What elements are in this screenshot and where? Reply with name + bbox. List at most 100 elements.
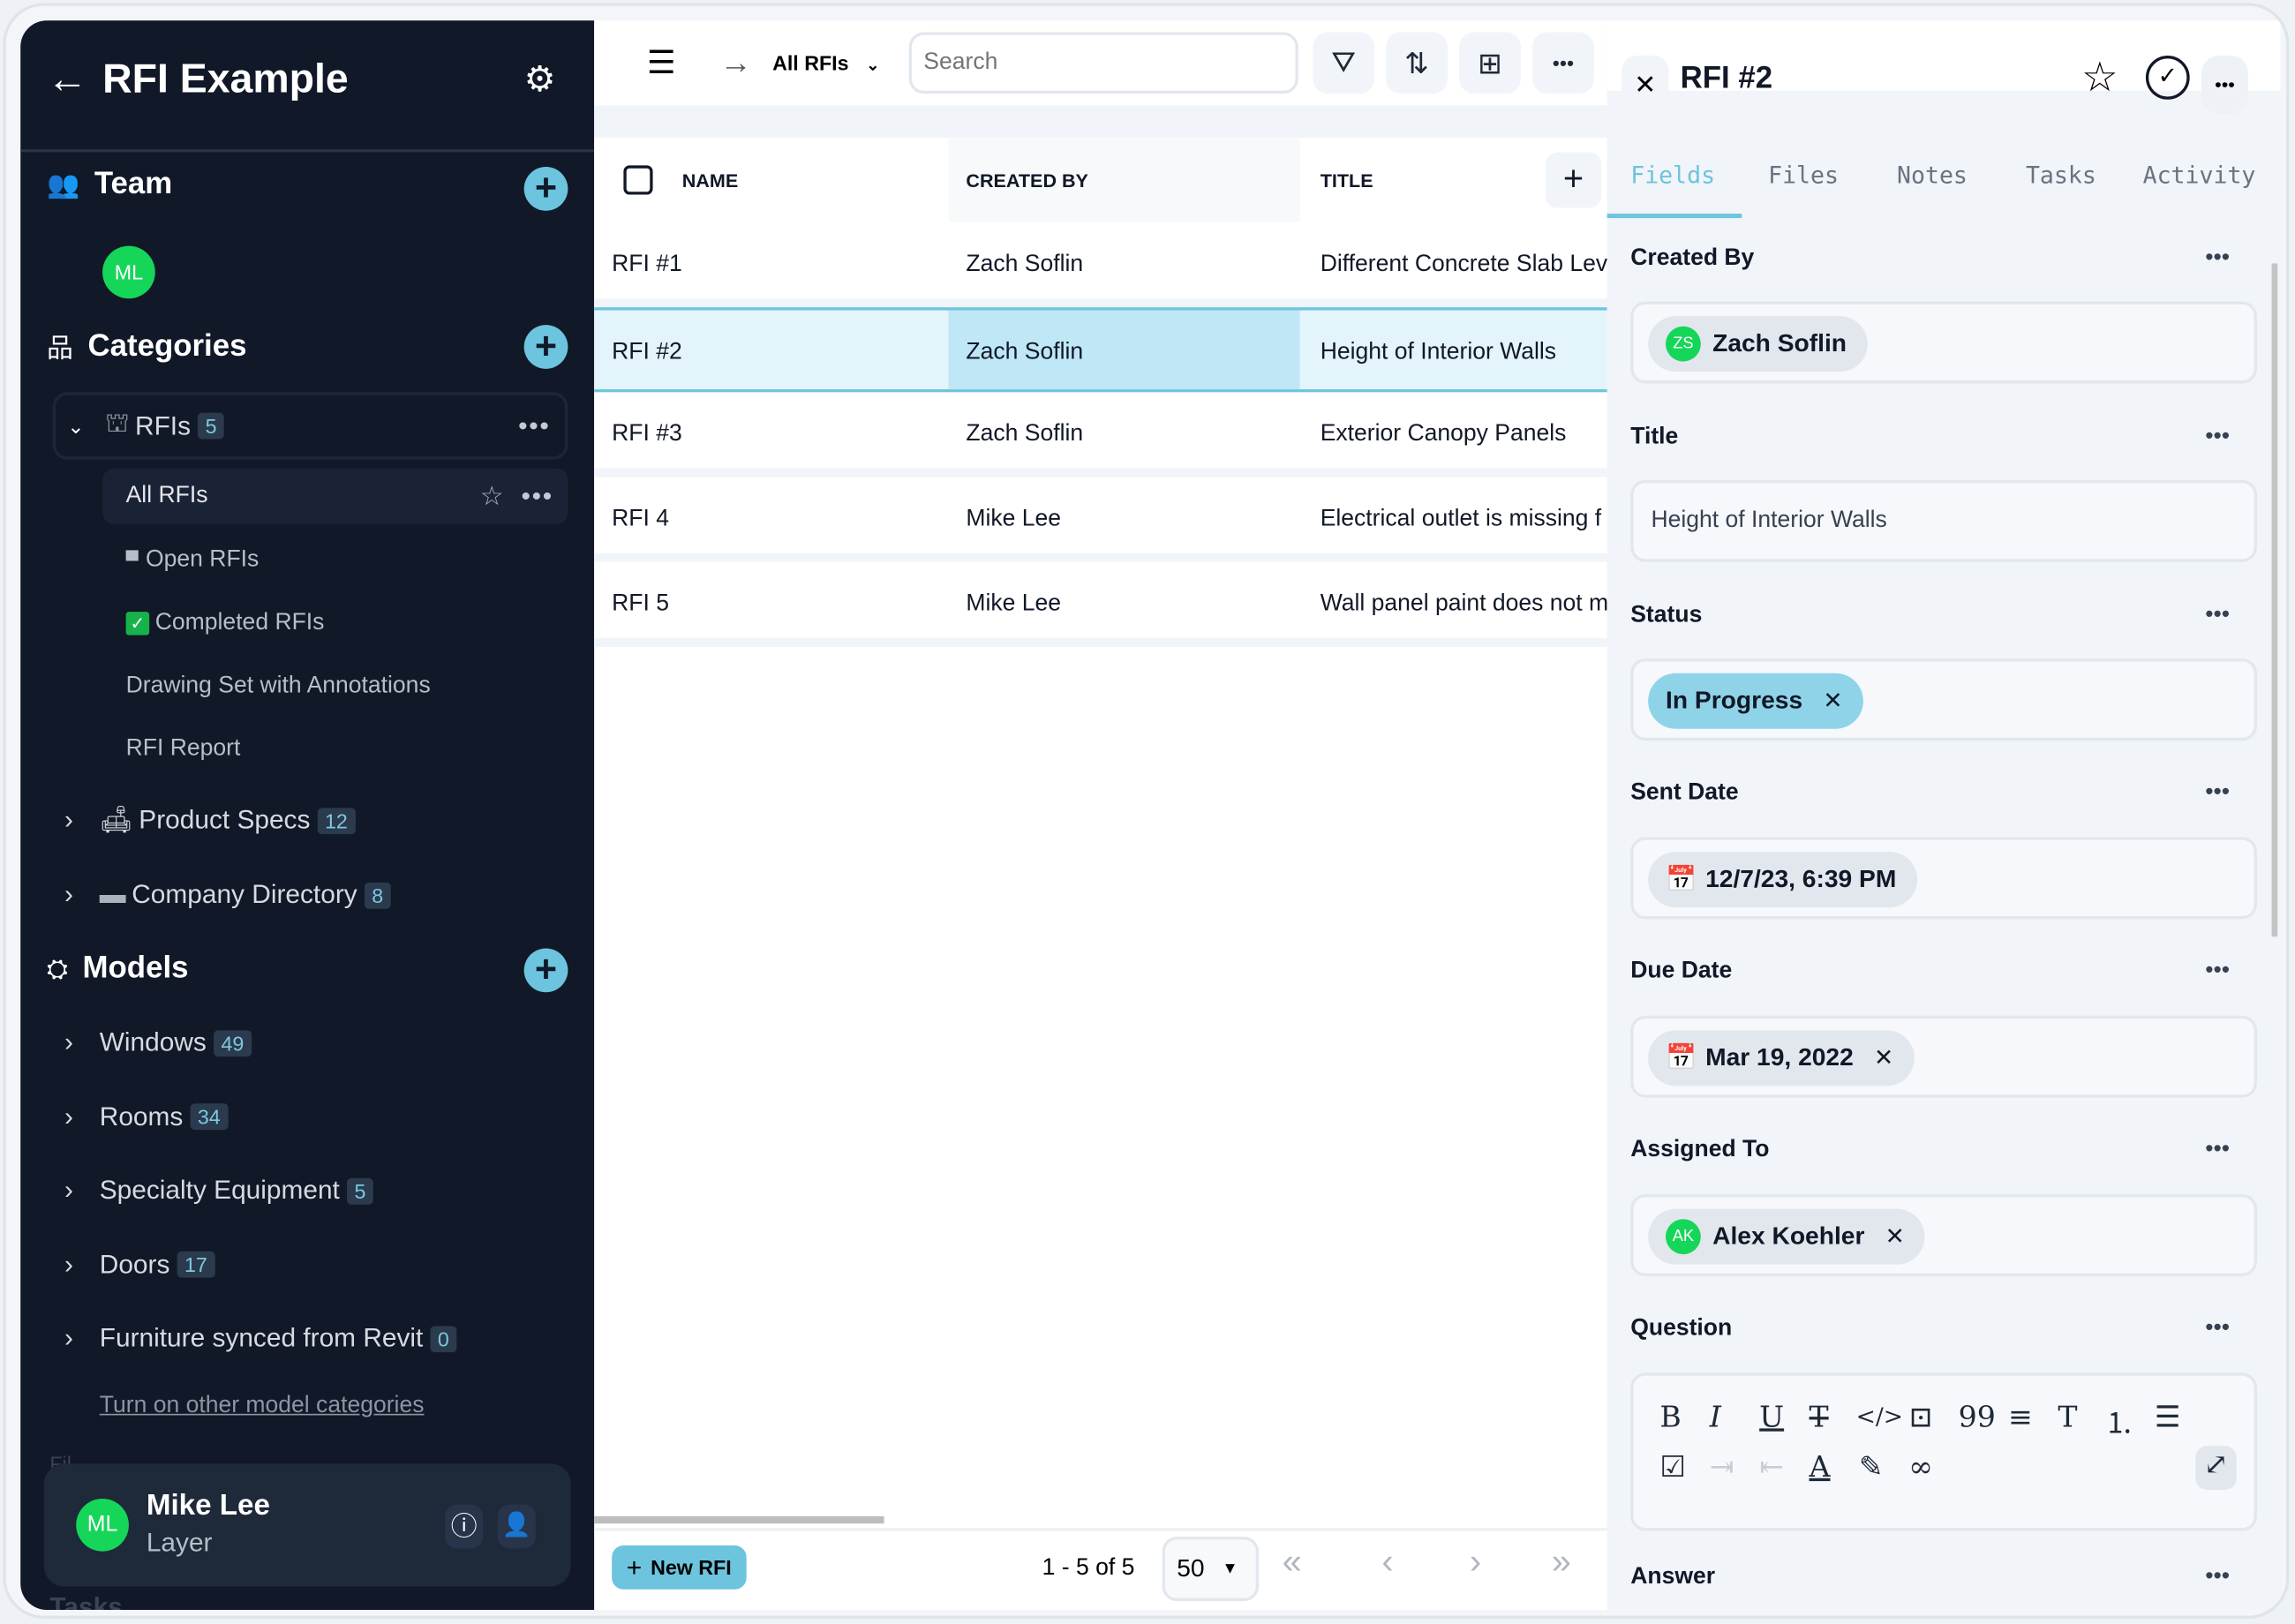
more-icon[interactable]: ••• <box>2193 950 2242 999</box>
checklist-icon[interactable]: ☑ <box>1659 1449 1686 1485</box>
table-row[interactable]: RFI #1 Zach Soflin Different Concrete Slab… <box>594 222 1607 308</box>
tab-notes[interactable]: Notes <box>1897 161 1968 189</box>
due-date-field[interactable]: 📅 Mar 19, 2022 ✕ <box>1630 1015 2257 1098</box>
model-category[interactable]: › Rooms 34 <box>64 1101 229 1132</box>
status-field[interactable]: In Progress ✕ <box>1630 658 2257 741</box>
strikethrough-icon[interactable]: T <box>1810 1399 1829 1434</box>
more-icon[interactable]: ••• <box>521 481 553 512</box>
add-team-button[interactable]: + <box>523 167 568 211</box>
group-icon[interactable]: ⊞ <box>1459 32 1521 94</box>
code-block-icon[interactable]: ⊡ <box>1908 1399 1933 1434</box>
code-icon[interactable]: </> <box>1856 1402 1903 1431</box>
ordered-list-icon[interactable]: ⒈ <box>2104 1399 2133 1441</box>
prev-page-icon[interactable]: ‹ <box>1381 1543 1393 1583</box>
more-icon[interactable]: ••• <box>2193 1128 2242 1177</box>
more-icon[interactable]: ••• <box>2193 1307 2242 1357</box>
outdent-icon[interactable]: ⇤ <box>1759 1449 1784 1485</box>
close-icon[interactable]: ✕ <box>1622 56 1669 115</box>
column-header-name[interactable]: NAME <box>594 137 946 223</box>
table-row[interactable]: RFI 5 Mike Lee Wall panel paint does not m <box>594 561 1607 647</box>
view-completed-rfis[interactable]: ✓ Completed RFIs <box>125 610 324 636</box>
filter-icon[interactable]: ⛛ <box>1313 32 1374 94</box>
model-category[interactable]: › Furniture synced from Revit 0 <box>64 1324 457 1355</box>
select-all-checkbox[interactable] <box>623 165 653 195</box>
tab-fields[interactable]: Fields <box>1630 161 1715 189</box>
remove-icon[interactable]: ✕ <box>1823 687 1842 716</box>
panel-scrollbar[interactable] <box>2271 263 2278 937</box>
bold-icon[interactable]: B <box>1659 1399 1681 1434</box>
link-icon[interactable]: ∞ <box>1908 1449 1933 1485</box>
tab-activity[interactable]: Activity <box>2143 161 2256 189</box>
star-icon[interactable]: ☆ <box>480 481 504 512</box>
help-icon[interactable]: ⓘ <box>445 1504 484 1549</box>
column-header-title[interactable]: TITLE + <box>1302 137 1607 223</box>
italic-icon[interactable]: I <box>1710 1399 1721 1434</box>
menu-icon[interactable]: ☰ <box>647 44 676 82</box>
back-arrow-icon[interactable]: ← <box>47 56 87 102</box>
add-column-button[interactable]: + <box>1546 152 1602 208</box>
sort-icon[interactable]: ⇅ <box>1386 32 1448 94</box>
horizontal-scrollbar[interactable] <box>594 1515 884 1524</box>
date-chip[interactable]: 📅 12/7/23, 6:39 PM <box>1648 852 1917 908</box>
more-icon[interactable]: ••• <box>2193 594 2242 643</box>
title-field[interactable]: Height of Interior Walls <box>1630 479 2257 562</box>
model-category[interactable]: › Doors 17 <box>64 1250 215 1281</box>
more-icon[interactable]: ••• <box>2193 1556 2242 1605</box>
category-rfis[interactable]: ⌄ ⛫ RFIs 5 ••• <box>52 392 568 460</box>
tab-tasks[interactable]: Tasks <box>2026 161 2096 189</box>
expand-icon[interactable]: ⤢ <box>2195 1446 2237 1491</box>
chevron-right-icon[interactable]: › <box>64 1250 73 1281</box>
category-product-specs[interactable]: › 🛋 Product Specs 12 <box>64 805 356 836</box>
user-chip[interactable]: ZS Zach Soflin <box>1648 316 1868 372</box>
view-selector[interactable]: All RFIs ⌄ <box>772 51 879 75</box>
add-model-button[interactable]: + <box>523 949 568 993</box>
question-editor[interactable]: B I U T </> ⊡ 99 ≡ T ⒈ ☰ ☑ ⇥ ⇤ A ✎ ∞ ⤢ <box>1630 1372 2257 1531</box>
table-row[interactable]: RFI #3 Zach Soflin Exterior Canopy Panels <box>594 392 1607 477</box>
remove-icon[interactable]: ✕ <box>1874 1043 1893 1072</box>
underline-icon[interactable]: U <box>1759 1399 1784 1434</box>
turn-on-model-categories-link[interactable]: Turn on other model categories <box>100 1394 425 1420</box>
more-icon[interactable]: ••• <box>2193 237 2242 287</box>
user-icon[interactable]: 👤 <box>497 1504 536 1549</box>
sent-date-field[interactable]: 📅 12/7/23, 6:39 PM <box>1630 837 2257 920</box>
user-avatar[interactable]: ML <box>76 1498 129 1552</box>
search-input[interactable] <box>908 32 1298 94</box>
text-color-icon[interactable]: A <box>1810 1449 1831 1485</box>
model-category[interactable]: › Specialty Equipment 5 <box>64 1176 373 1207</box>
star-icon[interactable]: ☆ <box>2081 53 2118 102</box>
chevron-right-icon[interactable]: › <box>64 1176 73 1207</box>
status-badge[interactable]: In Progress ✕ <box>1648 673 1863 729</box>
quote-icon[interactable]: 99 <box>1959 1399 1996 1434</box>
more-icon[interactable]: ••• <box>518 410 550 441</box>
indent-icon[interactable]: ⇥ <box>1710 1449 1734 1485</box>
more-icon[interactable]: ••• <box>1532 32 1594 94</box>
heading-icon[interactable]: T <box>2058 1399 2077 1434</box>
column-header-created-by[interactable]: CREATED BY <box>948 137 1300 223</box>
remove-icon[interactable]: ✕ <box>1885 1222 1905 1252</box>
bullet-list-icon[interactable]: ☰ <box>2155 1399 2181 1434</box>
table-row[interactable]: RFI 4 Mike Lee Electrical outlet is missin… <box>594 477 1607 562</box>
page-size-select[interactable]: 50 ▼ <box>1162 1537 1260 1602</box>
chevron-down-icon[interactable]: ⌄ <box>67 413 84 438</box>
more-icon[interactable]: ••• <box>2201 56 2248 115</box>
table-row[interactable]: RFI #2 Zach Soflin Height of Interior Wall… <box>594 307 1607 393</box>
first-page-icon[interactable]: « <box>1283 1543 1302 1583</box>
assigned-to-field[interactable]: AK Alex Koehler ✕ <box>1630 1194 2257 1276</box>
created-by-field[interactable]: ZS Zach Soflin <box>1630 301 2257 384</box>
user-chip[interactable]: AK Alex Koehler ✕ <box>1648 1208 1926 1265</box>
gear-icon[interactable]: ⚙ <box>524 58 556 101</box>
next-page-icon[interactable]: › <box>1470 1543 1481 1583</box>
chevron-right-icon[interactable]: › <box>64 805 73 836</box>
new-rfi-button[interactable]: + New RFI <box>612 1545 747 1590</box>
chevron-right-icon[interactable]: › <box>64 1324 73 1355</box>
more-icon[interactable]: ••• <box>2193 771 2242 821</box>
paragraph-icon[interactable]: ≡ <box>2008 1399 2033 1434</box>
date-chip[interactable]: 📅 Mar 19, 2022 ✕ <box>1648 1030 1915 1086</box>
category-company-directory[interactable]: › ▬ Company Directory 8 <box>64 880 391 911</box>
more-icon[interactable]: ••• <box>2193 416 2242 465</box>
chevron-right-icon[interactable]: › <box>64 1027 73 1058</box>
chevron-right-icon[interactable]: › <box>64 1101 73 1132</box>
add-category-button[interactable]: + <box>523 325 568 369</box>
model-category[interactable]: › Windows 49 <box>64 1027 252 1058</box>
chevron-right-icon[interactable]: › <box>64 880 73 911</box>
